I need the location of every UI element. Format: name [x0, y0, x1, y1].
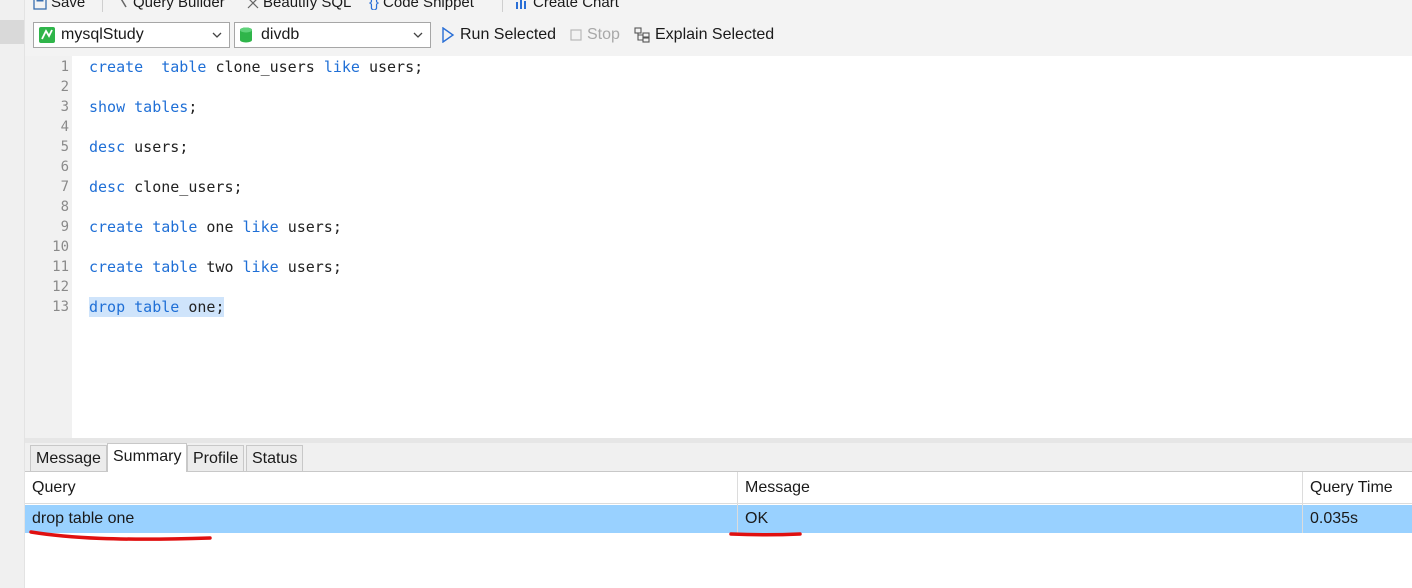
explain-icon — [634, 27, 650, 43]
main-toolbar: Save Query Builder Beautify SQL {} Code … — [25, 0, 1412, 14]
beautify-label: Beautify SQL — [263, 0, 352, 11]
connection-select[interactable]: mysqlStudy — [33, 22, 230, 48]
chevron-down-icon — [413, 32, 423, 38]
tab-status[interactable]: Status — [246, 445, 304, 471]
create-chart-button[interactable]: Create Chart — [515, 0, 619, 13]
sql-keyword: desc — [89, 138, 126, 156]
sql-keyword: like — [242, 258, 279, 276]
run-selected-button[interactable]: Run Selected — [441, 22, 556, 48]
line-number: 6 — [60, 159, 69, 175]
query-toolbar: mysqlStudy divdb Run Selected Stop Expla… — [25, 14, 1412, 56]
tab-summary[interactable]: Summary — [107, 443, 188, 472]
save-label: Save — [51, 0, 86, 11]
query-builder-button[interactable]: Query Builder — [117, 0, 225, 13]
code-line[interactable]: create table one like users; — [89, 217, 342, 237]
sql-keyword: table — [152, 218, 198, 236]
save-button[interactable]: Save — [33, 0, 85, 13]
code-snippet-button[interactable]: {} Code Snippet — [369, 0, 474, 13]
cell-message[interactable]: OK — [738, 505, 1302, 533]
column-header-query-time[interactable]: Query Time — [1303, 472, 1412, 504]
sql-keyword: tables — [134, 98, 189, 116]
stop-label: Stop — [587, 26, 620, 43]
create-chart-icon — [516, 0, 526, 9]
stop-button[interactable]: Stop — [570, 22, 620, 48]
line-number: 2 — [60, 79, 69, 95]
annotation-underline-message — [729, 532, 802, 537]
sql-keyword: create — [89, 218, 144, 236]
code-line[interactable]: desc clone_users; — [89, 177, 243, 197]
left-panel-tab[interactable] — [0, 20, 24, 44]
line-number: 1 — [60, 59, 69, 75]
sql-keyword: create — [89, 258, 144, 276]
beautify-sql-button[interactable]: Beautify SQL — [247, 0, 351, 13]
code-snippet-label: Code Snippet — [383, 0, 474, 11]
play-icon — [442, 27, 455, 43]
sql-keyword: show — [89, 98, 126, 116]
query-builder-label: Query Builder — [133, 0, 225, 11]
code-line[interactable]: desc users; — [89, 137, 188, 157]
line-number: 11 — [52, 259, 69, 275]
sql-keyword: drop — [89, 298, 126, 316]
annotation-underline-query — [29, 530, 212, 541]
database-select[interactable]: divdb — [234, 22, 431, 48]
toolbar-separator — [502, 0, 503, 12]
code-snippet-icon: {} — [369, 0, 380, 11]
column-header-query[interactable]: Query — [25, 472, 737, 504]
stop-icon — [570, 29, 582, 41]
run-selected-label: Run Selected — [460, 26, 557, 43]
line-number: 5 — [60, 139, 69, 155]
cell-query-time[interactable]: 0.035s — [1303, 505, 1412, 533]
selected-code-line[interactable]: drop table one; — [89, 297, 225, 317]
line-number: 3 — [60, 99, 69, 115]
sql-keyword: desc — [89, 178, 126, 196]
chevron-down-icon — [212, 32, 222, 38]
code-line[interactable]: create table clone_users like users; — [89, 57, 423, 77]
column-header-message[interactable]: Message — [738, 472, 1302, 504]
summary-grid: Query Message Query Time drop table one … — [25, 472, 1412, 588]
line-number: 8 — [60, 199, 69, 215]
column-divider[interactable] — [1302, 472, 1303, 533]
explain-selected-label: Explain Selected — [655, 26, 775, 43]
left-panel — [0, 0, 24, 588]
sql-editor[interactable]: 1 2 3 4 5 6 7 8 9 10 11 12 13 create tab… — [25, 56, 1412, 438]
beautify-icon — [247, 0, 259, 9]
line-number: 13 — [52, 299, 69, 315]
query-builder-icon — [120, 0, 127, 8]
connection-icon — [39, 27, 55, 43]
code-line[interactable]: create table two like users; — [89, 257, 342, 277]
tab-profile[interactable]: Profile — [187, 445, 245, 471]
sql-keyword: create — [89, 58, 144, 76]
line-number: 10 — [52, 239, 69, 255]
code-line[interactable]: show tables; — [89, 97, 197, 117]
database-icon — [240, 27, 252, 43]
tab-message[interactable]: Message — [30, 445, 107, 471]
toolbar-separator — [102, 0, 103, 12]
save-icon — [33, 0, 47, 10]
create-chart-label: Create Chart — [533, 0, 619, 11]
result-tabs: Message Summary Profile Status — [25, 443, 1412, 472]
explain-selected-button[interactable]: Explain Selected — [634, 22, 774, 48]
sql-keyword: table — [161, 58, 207, 76]
sql-keyword: table — [152, 258, 198, 276]
line-number: 7 — [60, 179, 69, 195]
sql-keyword: like — [242, 218, 279, 236]
line-number: 4 — [60, 119, 69, 135]
column-divider[interactable] — [737, 472, 738, 533]
sql-keyword: table — [134, 298, 180, 316]
line-number: 9 — [60, 219, 69, 235]
database-value: divdb — [261, 26, 300, 43]
connection-value: mysqlStudy — [61, 26, 144, 43]
line-number-gutter: 1 2 3 4 5 6 7 8 9 10 11 12 13 — [25, 56, 72, 438]
line-number: 12 — [52, 279, 69, 295]
sql-keyword: like — [323, 58, 360, 76]
